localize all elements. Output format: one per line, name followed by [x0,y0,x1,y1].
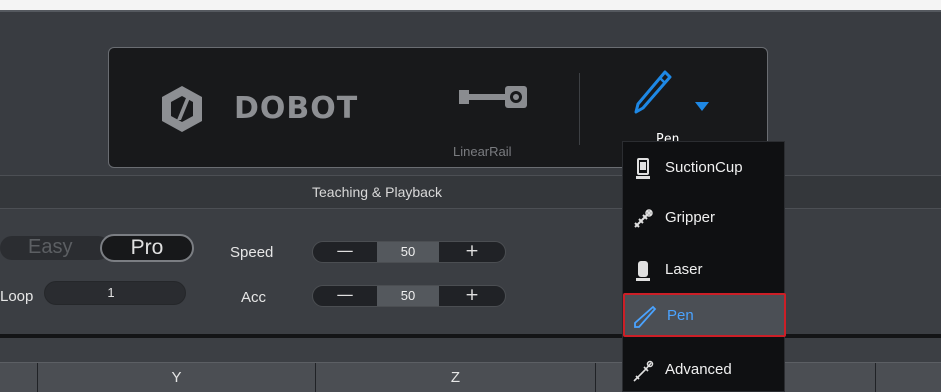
speed-label: Speed [230,244,274,261]
menu-item-laser[interactable]: Laser [623,249,786,293]
section-header: Teaching & Playback [0,175,941,209]
mode-toggle[interactable]: Easy Pro [0,234,194,262]
dobot-logo-icon [162,86,202,132]
chevron-down-icon[interactable] [695,102,709,111]
acc-label: Acc [241,289,267,306]
speed-increment-button[interactable]: + [439,242,505,262]
loop-input[interactable]: 1 [44,281,186,305]
tool-dropdown-menu: SuctionCup Gripper Laser Pen Advanced [622,141,786,392]
section-title: Teaching & Playback [312,184,442,200]
loop-label: Loop [0,288,34,305]
menu-item-advanced[interactable]: Advanced [623,349,786,392]
tool-header: DOBOT LinearRail Pen [0,12,941,175]
speed-value[interactable]: 50 [377,242,439,262]
window-top-strip [0,0,941,10]
menu-item-label: SuctionCup [665,159,743,176]
suction-cup-icon [636,158,650,179]
menu-item-label: Pen [667,307,694,324]
advanced-icon [633,360,654,382]
point-table: Y Z [0,338,941,392]
pen-icon [634,70,672,114]
column-header-y[interactable]: Y [38,363,316,392]
toolbar-separator [579,73,580,145]
mode-pro-option[interactable]: Pro [100,234,194,262]
menu-item-pen[interactable]: Pen [623,293,786,337]
menu-item-suctioncup[interactable]: SuctionCup [623,147,786,191]
linear-rail-label[interactable]: LinearRail [453,144,512,159]
acc-value[interactable]: 50 [377,286,439,306]
pen-icon [634,305,657,328]
column-header[interactable] [876,363,941,392]
table-header: Y Z [0,362,941,392]
menu-item-gripper[interactable]: Gripper [623,197,786,241]
column-header-z[interactable]: Z [316,363,596,392]
laser-icon [636,261,650,281]
acc-stepper[interactable]: — 50 + [312,285,506,307]
mode-easy-option[interactable]: Easy [0,236,110,260]
menu-item-label: Advanced [665,361,732,378]
speed-stepper[interactable]: — 50 + [312,241,506,263]
menu-item-label: Gripper [665,209,716,226]
linear-rail-icon[interactable] [457,82,533,112]
acc-decrement-button[interactable]: — [313,286,377,306]
speed-decrement-button[interactable]: — [313,242,377,262]
playback-controls: Easy Pro Loop 1 Speed — 50 + Acc — 50 + [0,210,941,335]
acc-increment-button[interactable]: + [439,286,505,306]
gripper-icon [634,209,653,228]
menu-item-label: Laser [665,261,703,278]
column-header[interactable] [0,363,38,392]
brand-logo-text: DOBOT [234,91,359,126]
